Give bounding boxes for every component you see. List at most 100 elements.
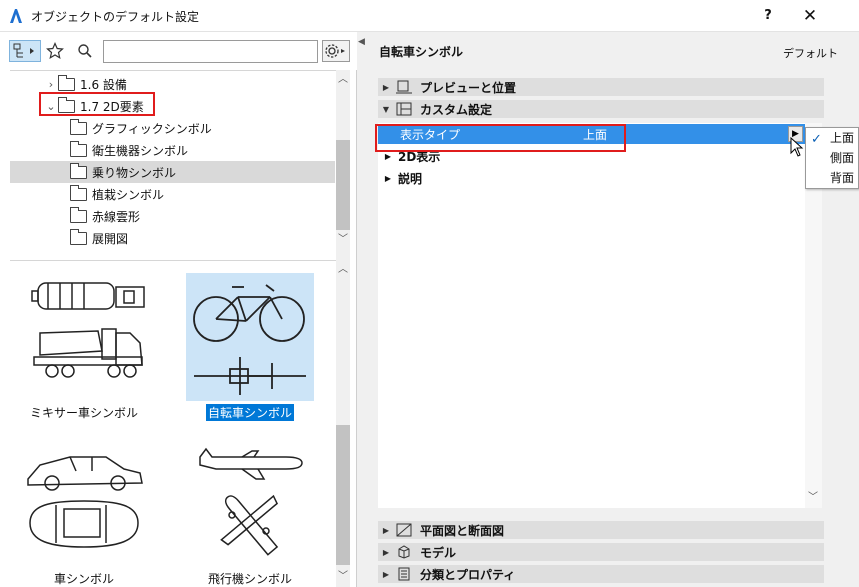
scroll-down-icon[interactable]: ﹀ (336, 570, 350, 584)
plan-section-icon (396, 523, 412, 537)
folder-icon (70, 206, 87, 223)
panel-plan-section[interactable]: ▶ 平面図と断面図 (378, 521, 824, 539)
gallery-item-mixer[interactable]: ミキサー車シンボル (20, 273, 148, 421)
param-group-description[interactable]: ▶ 説明 (378, 167, 805, 189)
param-name: 表示タイプ (400, 128, 461, 142)
param-group-2d[interactable]: ▶ 2D表示 (378, 145, 805, 167)
scroll-down-icon[interactable]: ﹀ (336, 233, 350, 247)
object-name: 自転車シンボル (379, 45, 464, 59)
panel-model[interactable]: ▶ モデル (378, 543, 824, 561)
tree-item-1-7[interactable]: ⌄ 1.7 2D要素 (44, 95, 350, 117)
dropdown-option-label: 背面 (829, 171, 854, 185)
param-value[interactable]: 上面 (583, 126, 607, 143)
panel-divider[interactable]: ◀ (357, 32, 367, 587)
tree-item-vehicle[interactable]: 乗り物シンボル (10, 161, 335, 183)
settings-menu-button[interactable] (322, 40, 350, 62)
hierarchy-icon (13, 43, 34, 58)
settings-panel: 自転車シンボル デフォルト ▶ プレビューと位置 ▼ カスタム設定 表示タイプ … (367, 32, 859, 587)
tree-item-elevation[interactable]: 展開図 (70, 227, 350, 249)
param-group-label: 2D表示 (398, 149, 441, 164)
tree-item-label: 衛生機器シンボル (92, 143, 189, 158)
folder-icon (70, 184, 87, 201)
panel-label: 平面図と断面図 (420, 523, 505, 538)
panel-classification[interactable]: ▶ 分類とプロパティ (378, 565, 824, 583)
bicycle-icon (186, 273, 314, 401)
expand-triangle-icon: ▶ (382, 547, 390, 557)
scroll-up-icon[interactable]: ︿ (336, 73, 350, 87)
collapse-panel-icon[interactable]: ◀ (358, 37, 365, 47)
tree-item-label: 赤線雲形 (92, 209, 141, 224)
dropdown-option-top[interactable]: ✓ 上面 (806, 129, 858, 148)
scroll-up-icon[interactable]: ︿ (336, 263, 350, 277)
tree-item-label: 植栽シンボル (92, 187, 165, 202)
gear-icon (325, 44, 345, 58)
expand-triangle-icon: ▶ (382, 569, 390, 579)
tree-scroll-thumb[interactable] (336, 140, 350, 230)
search-button[interactable] (74, 40, 96, 62)
tree-scrollbar[interactable]: ︿ ﹀ (336, 70, 350, 280)
object-gallery: ミキサー車シンボル 自転車シンボル 車シンボル 飛行機シンボル (10, 260, 350, 587)
tree-item-label: 1.6 設備 (80, 77, 127, 92)
favorites-button[interactable] (44, 40, 66, 62)
param-group-label: 説明 (398, 171, 423, 186)
tree-item-redline[interactable]: 赤線雲形 (70, 205, 350, 227)
tree-item-plant[interactable]: 植栽シンボル (70, 183, 350, 205)
panel-label: カスタム設定 (420, 102, 493, 117)
tree-item-label: 乗り物シンボル (92, 165, 177, 180)
airplane-icon (199, 447, 303, 556)
car-icon (27, 456, 143, 548)
window-title: オブジェクトのデフォルト設定 (31, 10, 200, 24)
library-tree: › 1.6 設備 ⌄ 1.7 2D要素 グラフィックシンボル 衛生機器シンボル … (10, 70, 350, 280)
dropdown-option-side[interactable]: 側面 (806, 149, 858, 168)
expand-triangle-icon: ▶ (384, 151, 392, 161)
scroll-down-icon[interactable]: ﹀ (806, 491, 820, 505)
archicad-app-icon (10, 9, 22, 23)
close-button[interactable]: ✕ (795, 5, 825, 27)
folder-icon (70, 162, 87, 179)
help-button[interactable]: ? (756, 5, 780, 27)
folder-icon (70, 228, 87, 245)
expand-triangle-icon: ▶ (382, 525, 390, 535)
star-icon (46, 42, 64, 60)
expand-triangle-icon: ▶ (382, 82, 390, 92)
default-label: デフォルト (783, 47, 838, 60)
preview-icon (396, 80, 412, 94)
folder-icon (58, 74, 75, 91)
display-type-dropdown: ✓ 上面 側面 背面 (805, 127, 859, 189)
folder-icon (58, 96, 75, 113)
folder-view-button[interactable] (9, 40, 41, 62)
search-input[interactable] (103, 40, 318, 63)
tree-item-label: 展開図 (92, 231, 129, 246)
gallery-item-bicycle[interactable]: 自転車シンボル (186, 273, 314, 421)
tree-item-sanitary[interactable]: 衛生機器シンボル (70, 139, 350, 161)
checkmark-icon: ✓ (811, 132, 822, 147)
tree-item-label: グラフィックシンボル (92, 121, 212, 136)
panel-custom-settings[interactable]: ▼ カスタム設定 (378, 100, 824, 118)
panel-label: モデル (420, 545, 457, 560)
tree-item-label: 1.7 2D要素 (80, 99, 144, 114)
folder-icon (70, 118, 87, 135)
gallery-scroll-thumb[interactable] (336, 425, 350, 565)
collapse-triangle-icon: ▼ (382, 104, 390, 114)
tree-item-1-6[interactable]: › 1.6 設備 (44, 73, 350, 95)
panel-preview-position[interactable]: ▶ プレビューと位置 (378, 78, 824, 96)
gallery-item-label: 車シンボル (53, 572, 114, 586)
param-row-display-type[interactable]: 表示タイプ 上面 ▶ (378, 124, 805, 144)
expand-arrow-icon[interactable]: › (44, 78, 58, 91)
title-bar: オブジェクトのデフォルト設定 ? ✕ (0, 0, 859, 32)
search-icon (78, 44, 92, 58)
mixer-truck-icon (31, 282, 145, 378)
gallery-item-car[interactable]: 車シンボル (20, 439, 148, 587)
dropdown-option-back[interactable]: 背面 (806, 169, 858, 188)
document-list-icon (398, 567, 410, 581)
panel-label: プレビューと位置 (420, 80, 517, 95)
parameter-list: 表示タイプ 上面 ▶ ▶ 2D表示 ▶ 説明 (378, 123, 805, 508)
collapse-arrow-icon[interactable]: ⌄ (44, 100, 58, 113)
gallery-item-label: ミキサー車シンボル (29, 406, 138, 420)
tree-item-graphic[interactable]: グラフィックシンボル (70, 117, 350, 139)
gallery-item-airplane[interactable]: 飛行機シンボル (186, 439, 314, 587)
panel-label: 分類とプロパティ (420, 567, 516, 582)
gallery-scrollbar[interactable]: ︿ ﹀ (336, 260, 350, 587)
dropdown-option-label: 上面 (829, 131, 854, 145)
gallery-item-label: 飛行機シンボル (207, 572, 292, 586)
